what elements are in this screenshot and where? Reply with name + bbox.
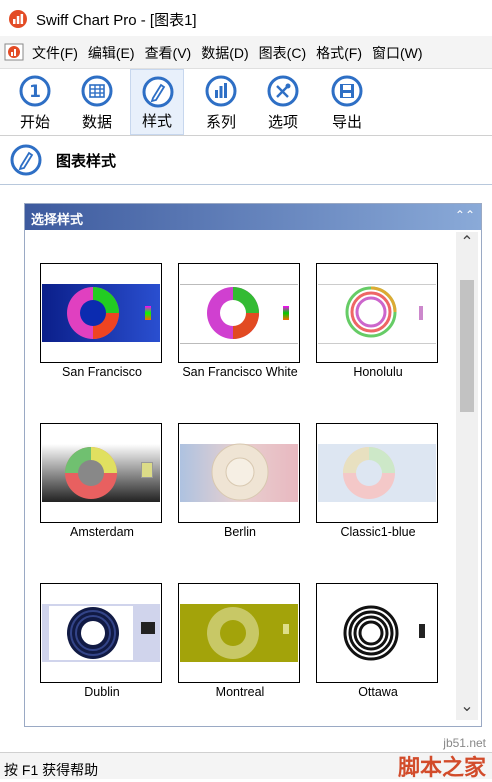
export-disk-icon <box>331 75 363 107</box>
style-name: Amsterdam <box>70 525 134 539</box>
style-pencil-icon <box>10 144 42 176</box>
watermark-url: jb51.net <box>443 736 486 750</box>
style-tile-dublin[interactable]: Dublin <box>40 583 164 703</box>
style-tile-berlin[interactable]: Berlin <box>178 423 302 543</box>
style-tile-amsterdam[interactable]: Amsterdam <box>40 423 164 543</box>
style-name: San Francisco White <box>182 365 298 379</box>
toolbar-options-label: 选项 <box>267 114 298 131</box>
style-thumbnail <box>178 583 300 683</box>
style-name: Berlin <box>224 525 256 539</box>
toolbar-series-label: 系列 <box>205 114 236 131</box>
style-name: Honolulu <box>353 365 403 379</box>
toolbar-style-label: 样式 <box>141 113 172 130</box>
toolbar-data-button[interactable]: 数据 <box>70 69 124 135</box>
style-tile-ottawa[interactable]: Ottawa <box>316 583 440 703</box>
style-name: Ottawa <box>358 685 398 699</box>
style-name: San Francisco <box>62 365 142 379</box>
style-thumbnail <box>316 583 438 683</box>
title-bar: Swiff Chart Pro - [图表1] <box>0 0 492 36</box>
svg-text:1: 1 <box>29 82 41 102</box>
menu-window[interactable]: 窗口(W) <box>372 43 423 63</box>
section-title: 图表样式 <box>56 153 117 170</box>
menu-format[interactable]: 格式(F) <box>316 43 362 63</box>
style-tile-san-francisco-white[interactable]: San Francisco White <box>178 263 302 383</box>
style-thumbnail <box>40 423 162 523</box>
toolbar-start-button[interactable]: 1 开始 <box>8 69 62 135</box>
style-thumbnail <box>316 263 438 363</box>
section-header: 图表样式 <box>0 136 492 185</box>
toolbar-data-label: 数据 <box>81 114 112 131</box>
style-thumbnail <box>178 423 300 523</box>
scroll-thumb[interactable] <box>460 280 474 412</box>
watermark: jb51.net 脚本之家 <box>346 736 486 780</box>
window-title: Swiff Chart Pro - [图表1] <box>36 12 197 29</box>
style-name: Dublin <box>84 685 120 699</box>
main-toolbar: 1 开始 数据 样式 系列 选项 导出 <box>0 69 492 136</box>
style-name: Classic1-blue <box>340 525 416 539</box>
style-scrollbar[interactable]: ⌃ ⌄ <box>456 232 478 720</box>
menu-data[interactable]: 数据(D) <box>201 43 248 63</box>
app-logo-icon <box>9 10 27 28</box>
app-menu-icon[interactable] <box>4 42 24 62</box>
toolbar-export-label: 导出 <box>331 114 362 131</box>
style-thumbnail <box>40 263 162 363</box>
scroll-up-icon[interactable]: ⌃ <box>456 232 478 256</box>
scroll-down-icon[interactable]: ⌄ <box>456 696 478 720</box>
data-table-icon <box>81 75 113 107</box>
menu-view[interactable]: 查看(V) <box>145 43 192 63</box>
menu-bar: 文件(F) 编辑(E) 查看(V) 数据(D) 图表(C) 格式(F) 窗口(W… <box>0 36 492 69</box>
style-tile-san-francisco[interactable]: San Francisco <box>40 263 164 383</box>
collapse-icon[interactable]: ⌃⌃ <box>455 208 475 222</box>
style-thumbnail <box>316 423 438 523</box>
panel-header[interactable]: 选择样式 ⌃⌃ <box>25 204 481 230</box>
toolbar-options-button[interactable]: 选项 <box>256 69 310 135</box>
style-tile-classic1-blue[interactable]: Classic1-blue <box>316 423 440 543</box>
style-tile-honolulu[interactable]: Honolulu <box>316 263 440 383</box>
menu-chart[interactable]: 图表(C) <box>259 43 306 63</box>
toolbar-start-label: 开始 <box>19 114 50 131</box>
status-text: 按 F1 获得帮助 <box>4 762 99 778</box>
menu-edit[interactable]: 编辑(E) <box>88 43 135 63</box>
menu-file[interactable]: 文件(F) <box>32 43 78 63</box>
style-tile-montreal[interactable]: Montreal <box>178 583 302 703</box>
options-tools-icon <box>267 75 299 107</box>
style-name: Montreal <box>215 685 265 699</box>
watermark-name: 脚本之家 <box>397 755 486 780</box>
step-one-icon: 1 <box>19 75 51 107</box>
style-pencil-icon <box>142 76 174 108</box>
toolbar-series-button[interactable]: 系列 <box>194 69 248 135</box>
panel-title: 选择样式 <box>31 212 84 227</box>
style-thumbnail <box>178 263 300 363</box>
toolbar-style-button[interactable]: 样式 <box>130 69 184 135</box>
series-bars-icon <box>205 75 237 107</box>
style-thumbnail <box>40 583 162 683</box>
toolbar-export-button[interactable]: 导出 <box>320 69 374 135</box>
